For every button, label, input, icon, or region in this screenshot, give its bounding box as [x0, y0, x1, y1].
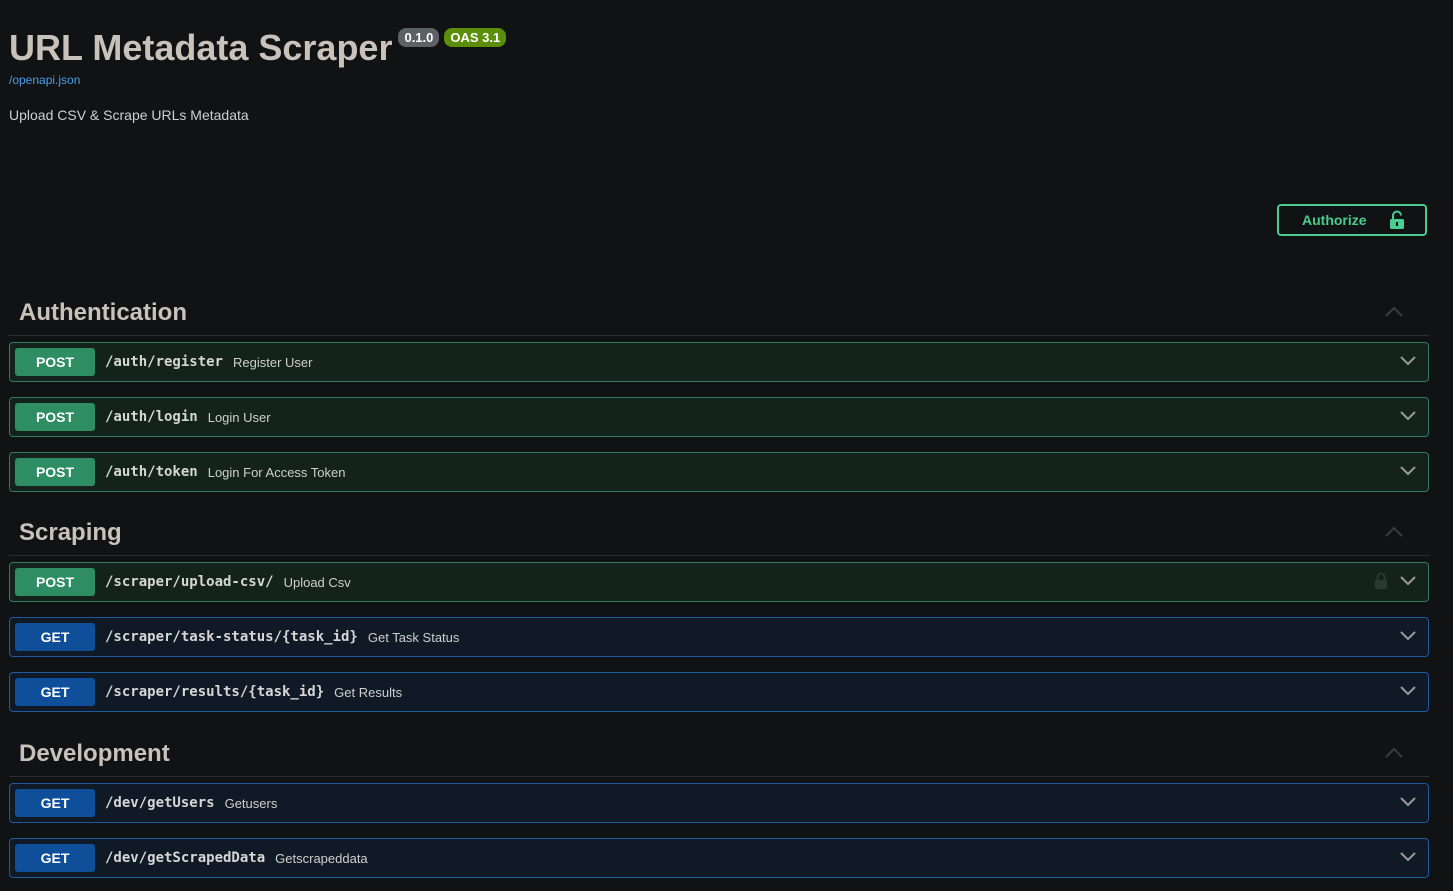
operation-dev-getscrapeddata[interactable]: GET /dev/getScrapedData Getscrapeddata	[9, 838, 1429, 878]
operation-path: /scraper/results/{task_id}	[105, 684, 325, 700]
operation-dev-getusers[interactable]: GET /dev/getUsers Getusers	[9, 783, 1429, 823]
authorize-button[interactable]: Authorize	[1277, 204, 1427, 236]
operation-path: /auth/register	[105, 354, 224, 370]
chevron-down-icon[interactable]	[1400, 466, 1416, 476]
section-title: Development	[19, 740, 170, 767]
chevron-down-icon[interactable]	[1400, 411, 1416, 421]
unlocked-padlock-icon	[1389, 210, 1405, 230]
chevron-down-icon[interactable]	[1400, 356, 1416, 366]
operation-summary: Register User	[233, 354, 313, 370]
api-info-header: URL Metadata Scraper 0.1.0 OAS 3.1 /open…	[9, 26, 507, 123]
operation-path: /auth/login	[105, 409, 198, 425]
padlock-icon[interactable]	[1374, 572, 1388, 590]
operation-auth-token[interactable]: POST /auth/token Login For Access Token	[9, 452, 1429, 492]
method-badge: GET	[15, 678, 95, 706]
swagger-page: URL Metadata Scraper 0.1.0 OAS 3.1 /open…	[0, 0, 1453, 891]
openapi-json-link[interactable]: /openapi.json	[9, 73, 506, 87]
chevron-down-icon[interactable]	[1400, 631, 1416, 641]
operation-path: /scraper/upload-csv/	[105, 574, 274, 590]
chevron-down-icon[interactable]	[1400, 797, 1416, 807]
operation-path: /dev/getScrapedData	[105, 850, 266, 866]
operation-path: /auth/token	[105, 464, 198, 480]
chevron-up-icon	[1385, 527, 1403, 537]
section-title: Scraping	[19, 519, 122, 546]
operation-auth-register[interactable]: POST /auth/register Register User	[9, 342, 1429, 382]
operation-scraper-results[interactable]: GET /scraper/results/{task_id} Get Resul…	[9, 672, 1429, 712]
operation-path: /dev/getUsers	[105, 795, 215, 811]
section-scraping: Scraping POST /scraper/upload-csv/ Uploa…	[9, 511, 1429, 712]
chevron-down-icon[interactable]	[1400, 576, 1416, 586]
operation-summary: Getscrapeddata	[275, 850, 368, 866]
method-badge: GET	[15, 789, 95, 817]
operation-scraper-upload-csv[interactable]: POST /scraper/upload-csv/ Upload Csv	[9, 562, 1429, 602]
operation-summary: Get Results	[334, 684, 403, 700]
version-badge: 0.1.0	[398, 28, 440, 47]
operation-scraper-task-status[interactable]: GET /scraper/task-status/{task_id} Get T…	[9, 617, 1429, 657]
section-header-scraping[interactable]: Scraping	[9, 511, 1429, 556]
method-badge: GET	[15, 623, 95, 651]
method-badge: POST	[15, 568, 95, 596]
section-header-authentication[interactable]: Authentication	[9, 291, 1429, 336]
title-row: URL Metadata Scraper 0.1.0 OAS 3.1	[9, 26, 507, 70]
chevron-down-icon[interactable]	[1400, 686, 1416, 696]
method-badge: GET	[15, 844, 95, 872]
operation-summary: Upload Csv	[283, 574, 351, 590]
section-header-development[interactable]: Development	[9, 732, 1429, 777]
section-development: Development GET /dev/getUsers Getusers G…	[9, 732, 1429, 878]
operation-summary: Login For Access Token	[207, 464, 346, 480]
api-title: URL Metadata Scraper	[9, 27, 393, 68]
method-badge: POST	[15, 348, 95, 376]
operation-summary: Getusers	[224, 795, 278, 811]
operation-summary: Get Task Status	[367, 629, 460, 645]
section-authentication: Authentication POST /auth/register Regis…	[9, 291, 1429, 492]
operation-auth-login[interactable]: POST /auth/login Login User	[9, 397, 1429, 437]
chevron-up-icon	[1385, 307, 1403, 317]
chevron-down-icon[interactable]	[1400, 852, 1416, 862]
authorize-label: Authorize	[1302, 212, 1367, 228]
method-badge: POST	[15, 458, 95, 486]
operation-path: /scraper/task-status/{task_id}	[105, 629, 358, 645]
chevron-up-icon	[1385, 748, 1403, 758]
method-badge: POST	[15, 403, 95, 431]
oas-version-badge: OAS 3.1	[444, 28, 507, 47]
api-description: Upload CSV & Scrape URLs Metadata	[9, 107, 249, 123]
operation-summary: Login User	[207, 409, 271, 425]
section-title: Authentication	[19, 299, 187, 326]
